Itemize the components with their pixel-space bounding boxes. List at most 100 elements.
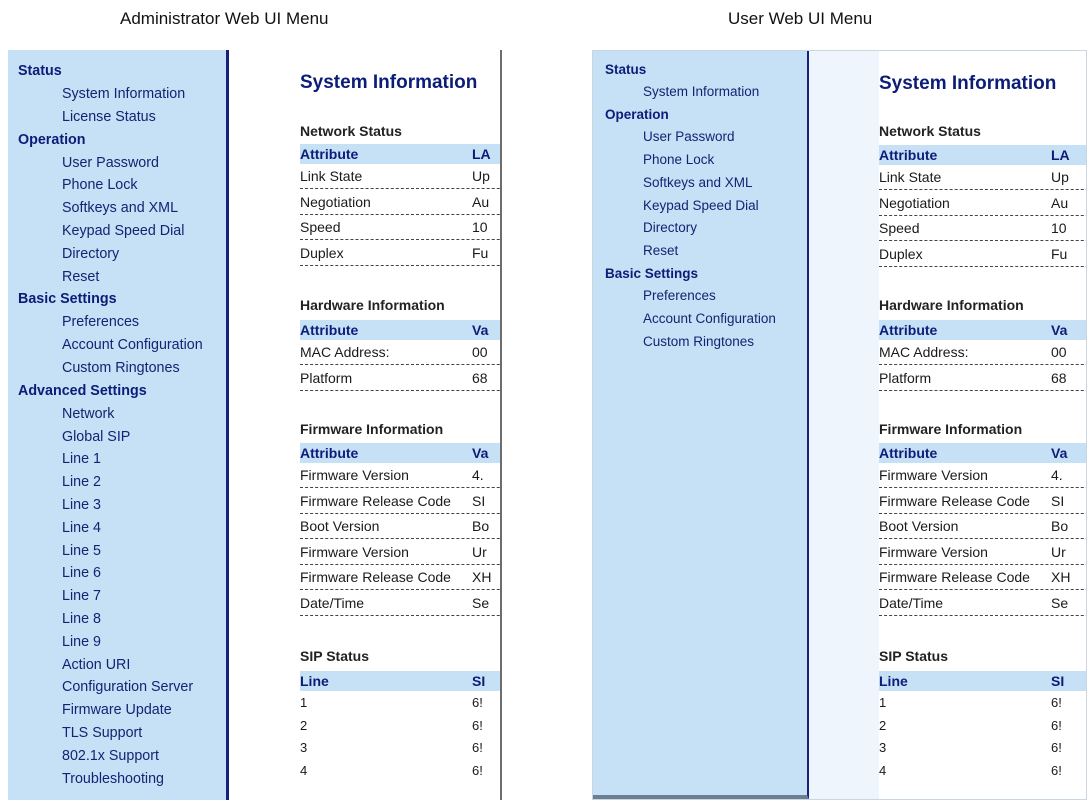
table-row: Platform 68 bbox=[300, 367, 500, 391]
nav-item-line-4[interactable]: Line 4 bbox=[8, 517, 226, 540]
nav-item-global-sip[interactable]: Global SIP bbox=[8, 426, 226, 449]
nav-item-user-password[interactable]: User Password bbox=[8, 152, 226, 175]
column-header: Va bbox=[472, 322, 489, 338]
row-attribute: Firmware Version bbox=[879, 543, 988, 560]
column-header: SI bbox=[1051, 673, 1065, 689]
row-attribute: Platform bbox=[300, 369, 353, 386]
table-header: Line SI bbox=[879, 671, 1086, 691]
table-row: Firmware Release Code XH bbox=[879, 566, 1086, 590]
nav-item-custom-ringtones[interactable]: Custom Ringtones bbox=[593, 331, 807, 354]
table-row: 1 6! bbox=[300, 692, 500, 715]
nav-item-directory[interactable]: Directory bbox=[593, 217, 807, 240]
nav-item-configuration-server[interactable]: Configuration Server bbox=[8, 676, 226, 699]
nav-item-line-6[interactable]: Line 6 bbox=[8, 562, 226, 585]
nav-item-custom-ringtones[interactable]: Custom Ringtones bbox=[8, 357, 226, 380]
table-row: Firmware Release Code XH bbox=[300, 566, 500, 590]
table-row: Firmware Version Ur bbox=[300, 541, 500, 565]
nav-item-line-3[interactable]: Line 3 bbox=[8, 494, 226, 517]
nav-item-phone-lock[interactable]: Phone Lock bbox=[8, 174, 226, 197]
nav-item-softkeys-and-xml[interactable]: Softkeys and XML bbox=[593, 172, 807, 195]
table-row: 1 6! bbox=[879, 692, 1086, 715]
user-sidebar: Status System Information Operation User Pa… bbox=[593, 51, 809, 799]
nav-item-line-1[interactable]: Line 1 bbox=[8, 448, 226, 471]
row-value: Fu bbox=[472, 244, 489, 261]
row-attribute: Negotiation bbox=[300, 193, 371, 210]
table-row: Firmware Release Code SI bbox=[879, 490, 1086, 514]
row-value: 68 bbox=[1051, 369, 1067, 386]
row-value: 00 bbox=[472, 344, 488, 360]
table-row: 4 6! bbox=[879, 760, 1086, 783]
nav-item-802-1x-support[interactable]: 802.1x Support bbox=[8, 745, 226, 768]
row-value: 68 bbox=[472, 369, 488, 386]
row-value: 4. bbox=[1051, 467, 1063, 483]
nav-item-preferences[interactable]: Preferences bbox=[8, 311, 226, 334]
column-header: Attribute bbox=[879, 147, 938, 163]
table-header: Line SI bbox=[300, 671, 500, 691]
column-header: Line bbox=[300, 673, 329, 689]
nav-item-troubleshooting[interactable]: Troubleshooting bbox=[8, 768, 226, 791]
column-header: Attribute bbox=[300, 445, 359, 461]
table-row: Firmware Release Code SI bbox=[300, 490, 500, 514]
column-header: Line bbox=[879, 673, 908, 689]
nav-item-account-configuration[interactable]: Account Configuration bbox=[8, 334, 226, 357]
row-value: Up bbox=[1051, 169, 1069, 185]
row-attribute: MAC Address: bbox=[300, 344, 390, 360]
nav-item-license-status[interactable]: License Status bbox=[8, 106, 226, 129]
nav-item-keypad-speed-dial[interactable]: Keypad Speed Dial bbox=[593, 195, 807, 218]
column-header: Attribute bbox=[879, 322, 938, 338]
nav-item-system-information[interactable]: System Information bbox=[593, 81, 807, 104]
nav-item-action-uri[interactable]: Action URI bbox=[8, 654, 226, 677]
column-header: Va bbox=[1051, 445, 1068, 461]
table-row: 2 6! bbox=[879, 715, 1086, 738]
admin-sidebar: Status System Information License Status Op… bbox=[8, 50, 229, 800]
table-header: Attribute Va bbox=[879, 320, 1086, 340]
row-value: 10 bbox=[472, 219, 488, 235]
section-title: Hardware Information bbox=[879, 297, 1024, 313]
row-attribute: MAC Address: bbox=[879, 344, 969, 360]
nav-item-line-9[interactable]: Line 9 bbox=[8, 631, 226, 654]
row-value: 00 bbox=[1051, 344, 1067, 360]
section-title: SIP Status bbox=[879, 648, 948, 664]
nav-item-account-configuration[interactable]: Account Configuration bbox=[593, 308, 807, 331]
row-attribute: Speed bbox=[879, 220, 920, 236]
row-value: Ur bbox=[472, 543, 487, 560]
nav-item-reset[interactable]: Reset bbox=[8, 266, 226, 289]
nav-section-operation: Operation bbox=[18, 131, 86, 148]
nav-item-line-7[interactable]: Line 7 bbox=[8, 585, 226, 608]
nav-item-line-8[interactable]: Line 8 bbox=[8, 608, 226, 631]
nav-item-line-2[interactable]: Line 2 bbox=[8, 471, 226, 494]
table-row: MAC Address: 00 bbox=[879, 341, 1086, 365]
row-value: XH bbox=[1051, 569, 1071, 585]
table-header: Attribute Va bbox=[300, 320, 500, 340]
row-attribute: Link State bbox=[879, 169, 942, 185]
nav-item-keypad-speed-dial[interactable]: Keypad Speed Dial bbox=[8, 220, 226, 243]
page-title: System Information bbox=[300, 72, 478, 93]
nav-item-network[interactable]: Network bbox=[8, 403, 226, 426]
row-attribute: Firmware Release Code bbox=[300, 492, 451, 509]
table-row: Date/Time Se bbox=[300, 592, 500, 616]
user-menu-caption: User Web UI Menu bbox=[728, 9, 873, 28]
row-attribute: 1 bbox=[879, 695, 887, 710]
nav-section-status: Status bbox=[605, 62, 647, 77]
nav-item-firmware-update[interactable]: Firmware Update bbox=[8, 699, 226, 722]
column-header: LA bbox=[1051, 147, 1070, 163]
nav-section-advanced-settings: Advanced Settings bbox=[18, 382, 147, 399]
table-row: 2 6! bbox=[300, 715, 500, 738]
nav-item-tls-support[interactable]: TLS Support bbox=[8, 722, 226, 745]
table-header: Attribute Va bbox=[300, 443, 500, 463]
table-row: Link State Up bbox=[300, 165, 500, 189]
nav-item-user-password[interactable]: User Password bbox=[593, 126, 807, 149]
row-attribute: Firmware Version bbox=[879, 467, 988, 483]
table-row: Platform 68 bbox=[879, 367, 1086, 391]
row-attribute: Firmware Release Code bbox=[879, 492, 1030, 509]
nav-item-reset[interactable]: Reset bbox=[593, 240, 807, 263]
row-value: 6! bbox=[472, 740, 483, 755]
nav-item-directory[interactable]: Directory bbox=[8, 243, 226, 266]
row-value: SI bbox=[1051, 492, 1065, 509]
nav-item-phone-lock[interactable]: Phone Lock bbox=[593, 149, 807, 172]
nav-item-preferences[interactable]: Preferences bbox=[593, 285, 807, 308]
nav-item-system-information[interactable]: System Information bbox=[8, 83, 226, 106]
nav-item-softkeys-and-xml[interactable]: Softkeys and XML bbox=[8, 197, 226, 220]
nav-section-status: Status bbox=[18, 63, 62, 79]
nav-item-line-5[interactable]: Line 5 bbox=[8, 540, 226, 563]
